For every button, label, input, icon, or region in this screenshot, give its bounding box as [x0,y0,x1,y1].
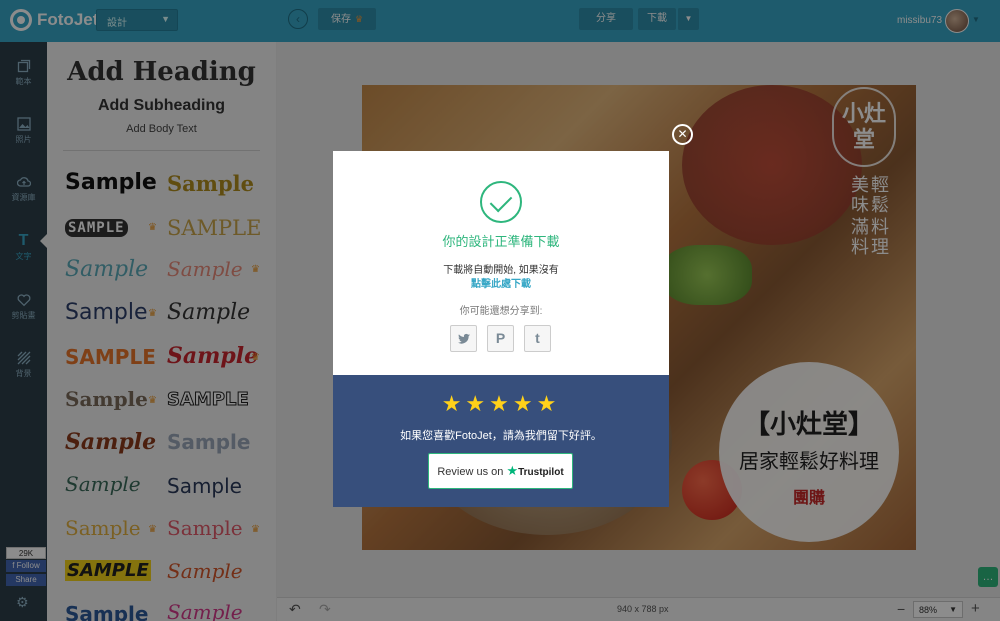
modal-title: 你的設計正準備下載 [442,234,560,249]
pinterest-icon: P [495,330,506,346]
trustpilot-label: Trustpilot [518,467,564,478]
twitter-share-button[interactable] [450,325,477,352]
pinterest-share-button[interactable]: P [487,325,514,352]
modal-message: 下載將自動開始, 如果沒有 [443,265,559,276]
rating-stars: ★★★★★ [441,391,561,416]
twitter-icon [457,333,470,344]
download-link[interactable]: 點擊此處下載 [333,275,669,290]
tumblr-share-button[interactable]: t [524,325,551,352]
checkmark-icon [480,181,522,223]
review-label: Review us on [437,466,504,478]
close-icon[interactable]: ✕ [672,124,693,145]
trustpilot-review-button[interactable]: Review us on ★Trustpilot [428,453,573,489]
share-prompt: 你可能還想分享到: [459,306,543,317]
tumblr-icon: t [535,330,540,346]
trustpilot-star-icon: ★ [506,463,519,478]
review-cta: 如果您喜歡FotoJet，請為我們留下好評。 [400,430,602,442]
review-banner: ★★★★★ 如果您喜歡FotoJet，請為我們留下好評。 Review us o… [333,375,669,507]
download-modal: 你的設計正準備下載 下載將自動開始, 如果沒有 點擊此處下載 你可能還想分享到:… [333,151,669,507]
